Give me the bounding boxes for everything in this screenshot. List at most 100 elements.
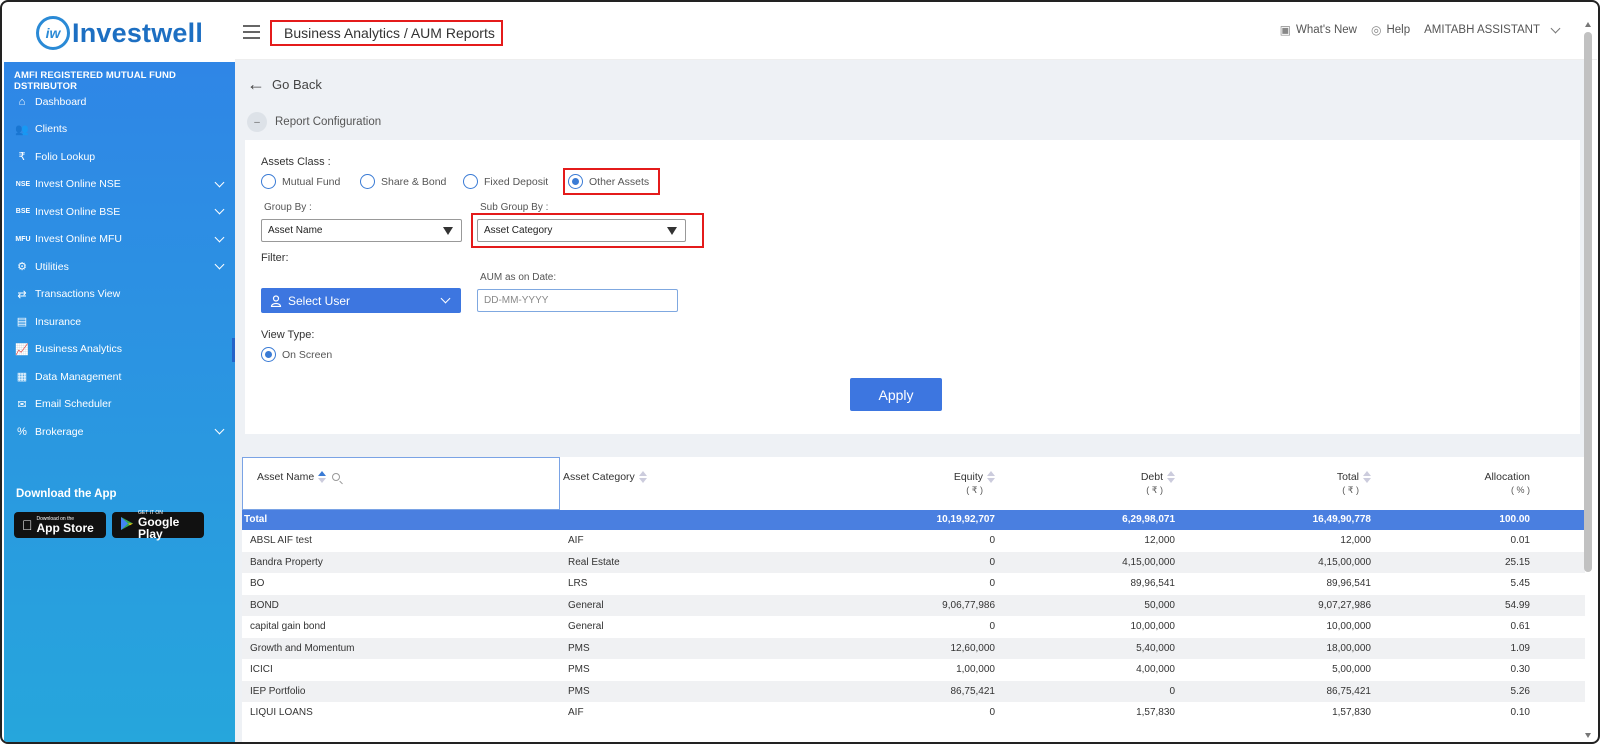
report-configuration-label: Report Configuration xyxy=(275,116,382,128)
nse-icon: NSE xyxy=(15,180,31,188)
header-asset-name[interactable]: Asset Name xyxy=(257,471,341,484)
sort-icon[interactable] xyxy=(1167,471,1175,484)
header-asset-category[interactable]: Asset Category xyxy=(563,471,647,484)
aum-date-input[interactable]: DD-MM-YYYY xyxy=(477,289,678,312)
sidebar-item-transactions-view[interactable]: ⇄ Transactions View xyxy=(4,281,235,309)
sort-icon[interactable] xyxy=(1363,471,1371,484)
group-by-select[interactable]: Asset Name xyxy=(261,219,462,242)
app-store-button[interactable]:  Download on the App Store xyxy=(14,512,106,538)
chevron-down-icon[interactable] xyxy=(214,204,225,215)
aum-date-label: AUM as on Date: xyxy=(480,272,557,283)
sidebar-item-label: Dashboard xyxy=(35,95,87,108)
report-configuration-toggle[interactable]: – Report Configuration xyxy=(247,112,381,132)
sidebar-item-label: Email Scheduler xyxy=(35,398,112,411)
chevron-down-icon[interactable] xyxy=(214,424,225,435)
sidebar-item-data-management[interactable]: ▦ Data Management xyxy=(4,363,235,391)
scroll-down-icon[interactable] xyxy=(1585,733,1591,738)
menu-toggle-icon[interactable] xyxy=(243,25,260,41)
radio-other-assets[interactable]: Other Assets xyxy=(568,174,649,189)
scrollbar-thumb[interactable] xyxy=(1584,32,1592,572)
sidebar-item-invest-online-nse[interactable]: NSE Invest Online NSE xyxy=(4,171,235,199)
sub-group-by-select[interactable]: Asset Category xyxy=(477,219,686,242)
cell-name: Bandra Property xyxy=(250,556,323,568)
sidebar-item-label: Folio Lookup xyxy=(35,150,96,163)
sidebar-item-label: Insurance xyxy=(35,315,82,328)
table-row: Growth and Momentum PMS 12,60,000 5,40,000 1… xyxy=(242,637,1585,659)
table-row: LIQUI LOANS AIF 0 1,57,830 1,57,830 0.10 xyxy=(242,702,1585,724)
header-allocation: Allocation ( % ) xyxy=(1484,471,1530,495)
search-icon[interactable] xyxy=(332,473,341,482)
sidebar-item-label: Utilities xyxy=(35,260,69,273)
apply-button[interactable]: Apply xyxy=(850,378,942,411)
select-user-button[interactable]: Select User xyxy=(261,288,461,313)
sidebar-item-invest-online-mfu[interactable]: MFU Invest Online MFU xyxy=(4,226,235,254)
sidebar-item-business-analytics[interactable]: 📈 Business Analytics xyxy=(4,336,235,364)
header-asset-name-cell[interactable] xyxy=(242,457,560,510)
sidebar-item-brokerage[interactable]: % Brokerage xyxy=(4,418,235,446)
user-menu[interactable]: AMITABH ASSISTANT xyxy=(1424,23,1561,36)
radio-circle xyxy=(463,174,478,189)
chevron-down-icon[interactable] xyxy=(214,259,225,270)
cell-name: BO xyxy=(250,578,265,589)
cell-total: 10,00,000 xyxy=(1326,621,1372,632)
transactions-icon: ⇄ xyxy=(17,288,27,301)
sort-icon[interactable] xyxy=(987,471,995,484)
sidebar-item-invest-online-bse[interactable]: BSE Invest Online BSE xyxy=(4,198,235,226)
arrow-left-icon: ← xyxy=(247,74,265,94)
sidebar-item-clients[interactable]: 👥 Clients xyxy=(4,116,235,144)
sort-icon[interactable] xyxy=(638,471,647,484)
breadcrumb: Business Analytics / AUM Reports xyxy=(270,20,503,46)
sidebar-item-dashboard[interactable]: ⌂ Dashboard xyxy=(4,88,235,116)
radio-share-bond[interactable]: Share & Bond xyxy=(360,174,446,189)
sidebar: AMFI REGISTERED MUTUAL FUND DSTRIBUTOR ⌂… xyxy=(4,62,235,742)
header-total[interactable]: Total ( ₹ ) xyxy=(1337,471,1371,496)
radio-on-screen[interactable]: On Screen xyxy=(261,347,332,362)
radio-circle xyxy=(360,174,375,189)
cell-total: 5,00,000 xyxy=(1332,664,1371,675)
logo[interactable]: iw Investwell xyxy=(4,4,235,62)
google-play-icon xyxy=(120,516,134,534)
brand-name: Investwell xyxy=(72,17,204,48)
header-label: Asset Name xyxy=(257,471,315,483)
cell-allocation: 5.26 xyxy=(1510,685,1530,697)
sidebar-item-folio-lookup[interactable]: ₹ Folio Lookup xyxy=(4,143,235,171)
sidebar-item-utilities[interactable]: ⚙ Utilities xyxy=(4,253,235,281)
header-equity[interactable]: Equity ( ₹ ) xyxy=(954,471,995,496)
header-unit: ( ₹ ) xyxy=(1146,485,1163,496)
group-by-value: Asset Name xyxy=(268,225,323,236)
go-back-label: Go Back xyxy=(272,77,322,92)
cell-equity: 0 xyxy=(989,621,995,632)
header-label: Asset Category xyxy=(563,471,635,483)
cell-debt: 5,40,000 xyxy=(1136,642,1175,654)
cell-category: PMS xyxy=(568,642,590,654)
scroll-up-icon[interactable] xyxy=(1585,22,1591,27)
cell-debt: 89,96,541 xyxy=(1130,578,1176,589)
sidebar-item-email-scheduler[interactable]: ✉ Email Scheduler xyxy=(4,391,235,419)
whats-new-label: What's New xyxy=(1295,24,1357,36)
sidebar-item-insurance[interactable]: ▤ Insurance xyxy=(4,308,235,336)
radio-fixed-deposit[interactable]: Fixed Deposit xyxy=(463,174,548,189)
page-scrollbar[interactable] xyxy=(1584,22,1592,738)
sub-group-by-value: Asset Category xyxy=(484,225,553,236)
assets-class-label: Assets Class : xyxy=(261,156,331,168)
google-play-button[interactable]: GET IT ON Google Play xyxy=(112,510,204,540)
cell-name: capital gain bond xyxy=(250,621,326,632)
chevron-down-icon[interactable] xyxy=(214,232,225,242)
sort-icon[interactable] xyxy=(318,471,327,484)
cell-debt: 4,00,000 xyxy=(1136,664,1175,675)
cell-debt: 1,57,830 xyxy=(1136,707,1175,718)
chevron-down-icon[interactable] xyxy=(214,177,225,187)
cell-allocation: 5.45 xyxy=(1510,578,1530,589)
cell-category: General xyxy=(568,621,604,632)
dropdown-triangle-icon xyxy=(667,227,677,235)
whats-new-link[interactable]: ▣ What's New xyxy=(1280,23,1357,37)
radio-circle-selected xyxy=(568,174,583,189)
sidebar-item-label: Business Analytics xyxy=(35,343,122,356)
radio-mutual-fund[interactable]: Mutual Fund xyxy=(261,174,340,189)
total-row: Total 10,19,92,707 6,29,98,071 16,49,90,… xyxy=(242,510,1585,530)
go-back-link[interactable]: ← Go Back xyxy=(247,74,322,95)
help-link[interactable]: ◎ Help xyxy=(1371,23,1410,37)
header-debt[interactable]: Debt ( ₹ ) xyxy=(1141,471,1175,496)
sidebar-menu: ⌂ Dashboard 👥 Clients ₹ Folio Lookup NSE Invest… xyxy=(4,88,235,446)
cell-equity: 12,60,000 xyxy=(950,642,996,654)
